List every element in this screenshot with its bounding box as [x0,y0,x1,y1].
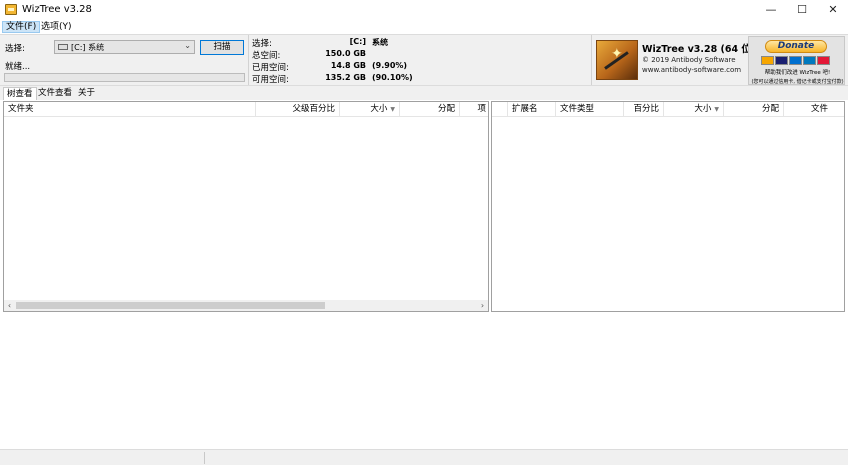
tab-tree-view[interactable]: 树查看 [3,87,37,100]
col-percent[interactable]: 百分比 [624,102,664,117]
col-folder[interactable]: 文件夹 [4,102,256,117]
drive-icon [58,44,68,50]
horizontal-scrollbar[interactable]: ‹ › [4,300,488,311]
col-files[interactable]: 文件 [784,102,832,117]
menu-options[interactable]: 选项(Y) [38,21,75,33]
donate-note: 帮助我们改进 WizTree 吧! [764,70,831,76]
tab-file-view[interactable]: 文件查看 [35,87,75,100]
file-types-header: 扩展名 文件类型 百分比 大小 ▼ 分配 文件 [492,102,844,117]
scan-button[interactable]: 扫描 [200,40,244,55]
payment-card-icon [761,56,774,65]
scan-progress-bar [4,73,245,82]
stat-used-percent: (9.90%) [372,61,408,70]
minimize-button[interactable]: — [756,0,786,20]
payment-card-icon [817,56,830,65]
stat-free-value: 135.2 GB [325,73,366,82]
status-bar [0,449,848,465]
col-items[interactable]: 项 [460,102,490,117]
stat-free-label: 可用空间: [252,75,289,85]
stat-total-value: 150.0 GB [325,49,366,58]
sort-desc-icon: ▼ [714,106,719,113]
toolbar-separator [248,35,249,85]
stat-used-label: 已用空间: [252,63,289,73]
file-types-pane[interactable]: 扩展名 文件类型 百分比 大小 ▼ 分配 文件 [491,101,845,312]
chevron-down-icon: ⌄ [184,41,191,50]
status-separator [204,452,205,464]
status-text: 就绪... [5,62,31,72]
stat-select-extra: 系统 [372,38,388,47]
wiztree-logo-icon[interactable]: ✦ [596,40,638,80]
drive-select-value: [C:] 系统 [71,43,105,52]
about-title: WizTree v3.28 (64 位) [642,44,756,55]
payment-card-icon [775,56,788,65]
col-file-allocated[interactable]: 分配 [724,102,784,117]
about-copyright: © 2019 Antibody Software [642,56,736,64]
col-file-type[interactable]: 文件类型 [556,102,624,117]
view-tabs: 树查看 文件查看 关于 [0,86,848,100]
col-color[interactable] [492,102,508,117]
payment-card-icon [789,56,802,65]
donate-button[interactable]: Donate [765,40,827,53]
col-file-size[interactable]: 大小 ▼ [664,102,724,117]
folder-tree-pane[interactable]: 文件夹 父级百分比 大小 ▼ 分配 项 ‹ › [3,101,489,312]
treemap-area[interactable] [3,313,845,449]
stat-used-value: 14.8 GB [330,61,366,70]
toolbar: 选择: [C:] 系统 ⌄ 扫描 就绪... 选择: [C:] 系统 总空间: … [0,34,848,86]
scroll-right-icon[interactable]: › [477,300,488,311]
payment-cards [761,56,833,65]
stat-free-percent: (90.10%) [372,73,413,82]
tab-about[interactable]: 关于 [75,87,98,100]
about-website-link[interactable]: www.antibody-software.com [642,66,741,74]
menu-bar: 文件(F) 选项(Y) [0,20,848,34]
sort-desc-icon: ▼ [390,106,395,113]
donate-note-secondary: (您可以通过信用卡, 借记卡或支付宝付款) [751,79,844,85]
scroll-thumb[interactable] [16,302,325,309]
window-title: WizTree v3.28 [22,4,92,15]
col-parent-percent[interactable]: 父级百分比 [256,102,340,117]
col-size[interactable]: 大小 ▼ [340,102,400,117]
col-allocated[interactable]: 分配 [400,102,460,117]
col-extension[interactable]: 扩展名 [508,102,556,117]
wiztree-app-icon [5,4,17,15]
select-label: 选择: [5,44,25,54]
drive-select[interactable]: [C:] 系统 ⌄ [54,40,195,54]
col-file-size-label: 大小 [694,104,712,114]
col-size-label: 大小 [370,104,388,114]
scroll-left-icon[interactable]: ‹ [4,300,15,311]
maximize-button[interactable]: ☐ [787,0,817,20]
stat-select-label: 选择: [252,39,272,49]
payment-card-icon [803,56,816,65]
stat-total-label: 总空间: [252,51,281,61]
folder-tree-header: 文件夹 父级百分比 大小 ▼ 分配 项 [4,102,488,117]
menu-file[interactable]: 文件(F) [2,21,41,33]
donate-panel: Donate 帮助我们改进 WizTree 吧! (您可以通过信用卡, 借记卡或… [748,36,845,85]
title-bar: WizTree v3.28 — ☐ ✕ [0,0,848,20]
toolbar-separator [591,35,592,85]
close-button[interactable]: ✕ [818,0,848,20]
stat-select-value: [C:] [349,37,366,46]
